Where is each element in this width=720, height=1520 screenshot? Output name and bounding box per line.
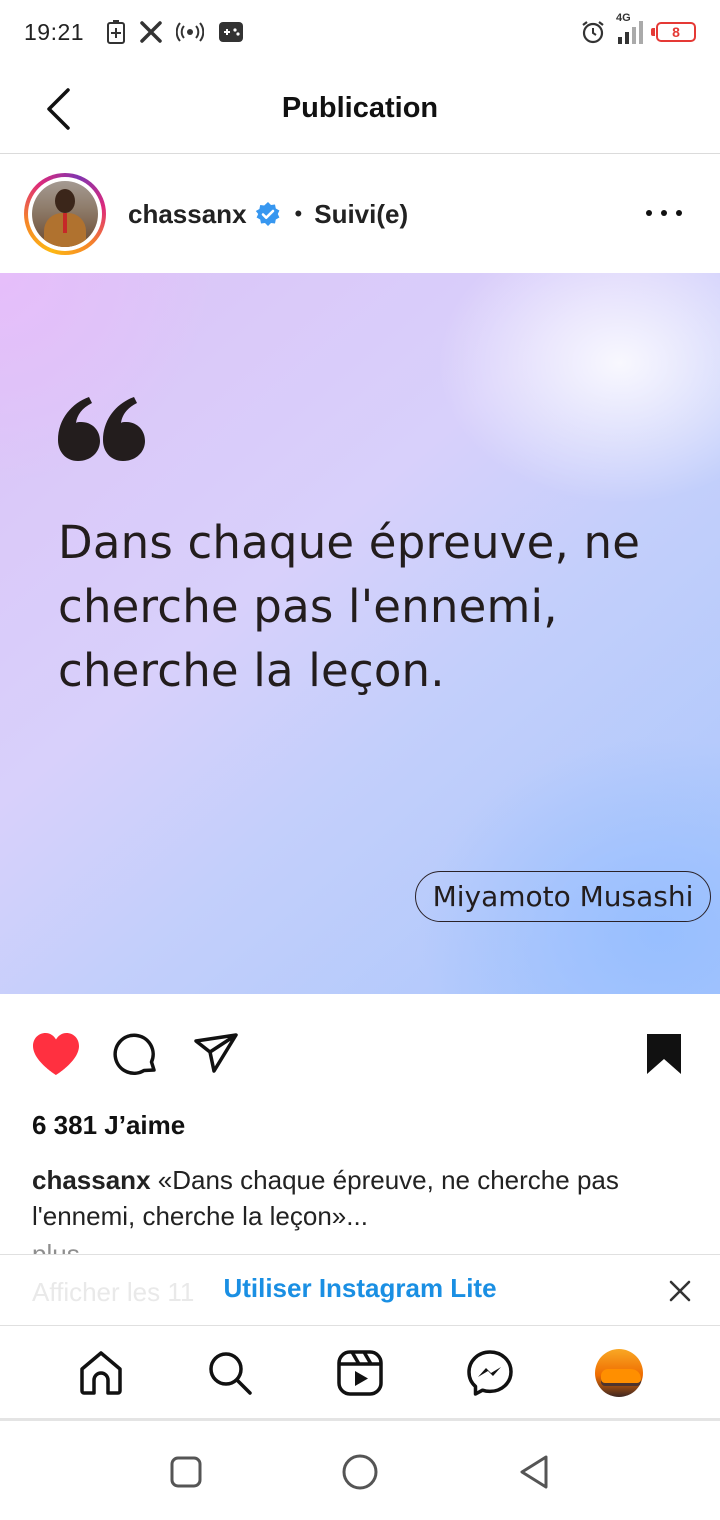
back-system-button[interactable] (514, 1452, 554, 1492)
x-app-icon (140, 21, 162, 43)
nav-profile[interactable] (591, 1345, 647, 1401)
alarm-icon (580, 19, 606, 45)
close-banner-button[interactable] (666, 1277, 694, 1305)
bottom-nav (0, 1327, 720, 1421)
bookmark-icon (647, 1034, 681, 1074)
avatar-image (32, 181, 98, 247)
recent-apps-button[interactable] (166, 1452, 206, 1492)
avatar[interactable] (24, 173, 106, 255)
more-dot (676, 210, 682, 216)
profile-avatar (595, 1348, 644, 1397)
status-time: 19:21 (24, 18, 85, 45)
game-controller-icon (218, 21, 244, 43)
page-title: Publication (281, 92, 439, 124)
system-nav (0, 1424, 720, 1520)
profile-avatar-car (601, 1368, 642, 1383)
heart-icon (33, 1033, 79, 1075)
top-header: Publication (0, 64, 720, 154)
nav-reels[interactable] (332, 1345, 388, 1401)
back-button[interactable] (36, 86, 80, 132)
more-horizontal-icon (646, 210, 652, 216)
chevron-left-icon (47, 88, 70, 130)
nav-search[interactable] (202, 1345, 258, 1401)
back-triangle-icon (520, 1455, 548, 1489)
avatar-tie (63, 213, 67, 233)
post-image[interactable]: Dans chaque épreuve, ne cherche pas l'en… (0, 273, 720, 994)
avatar-head (55, 189, 75, 213)
quote-mark-icon (58, 397, 145, 461)
verified-badge-icon (255, 201, 281, 227)
quote-author: Miyamoto Musashi (415, 871, 711, 922)
close-icon (669, 1280, 691, 1302)
post-caption: chassanx «Dans chaque épreuve, ne cherch… (32, 1162, 692, 1234)
caption-username[interactable]: chassanx (32, 1165, 151, 1195)
share-button[interactable] (190, 1028, 242, 1080)
separator-dot: • (294, 201, 303, 226)
use-instagram-lite-link[interactable]: Utiliser Instagram Lite (0, 1273, 720, 1304)
more-options-button[interactable] (646, 201, 682, 225)
nav-messenger[interactable] (462, 1345, 518, 1401)
home-icon (80, 1350, 122, 1395)
comment-button[interactable] (110, 1028, 162, 1080)
network-type-label: 4G (616, 12, 631, 24)
recent-apps-icon (170, 1456, 202, 1488)
likes-count[interactable]: 6 381 J’aime (32, 1110, 185, 1141)
comment-icon (113, 1033, 156, 1075)
battery-saver-icon (106, 19, 126, 45)
caption-more-link[interactable]: plus (32, 1236, 80, 1256)
hotspot-icon (176, 21, 205, 43)
follow-status-button[interactable]: Suivi(e) (314, 199, 408, 230)
battery-level: 8 (672, 24, 680, 40)
avatar-border (28, 177, 102, 251)
messenger-icon (466, 1349, 513, 1396)
status-right: 4G 8 (580, 12, 696, 46)
post-username[interactable]: chassanx (128, 199, 247, 230)
post-actions (0, 1020, 720, 1086)
quote-text: Dans chaque épreuve, ne cherche pas l'en… (58, 516, 641, 697)
nav-home[interactable] (73, 1345, 129, 1401)
signal-icon: 4G (616, 12, 646, 46)
status-left: 19:21 (24, 19, 244, 46)
home-circle-icon (342, 1454, 378, 1490)
home-system-button[interactable] (340, 1452, 380, 1492)
like-button[interactable] (30, 1028, 82, 1080)
status-bar: 19:21 4G 8 (0, 0, 720, 64)
save-button[interactable] (638, 1028, 690, 1080)
battery-icon: 8 (651, 22, 696, 42)
send-icon (194, 1033, 238, 1073)
lite-banner: Afficher les 11 Utiliser Instagram Lite (0, 1254, 720, 1326)
reels-icon (337, 1349, 383, 1396)
search-icon (209, 1351, 253, 1395)
more-dot (661, 210, 667, 216)
post-header: chassanx • Suivi(e) (0, 155, 720, 273)
